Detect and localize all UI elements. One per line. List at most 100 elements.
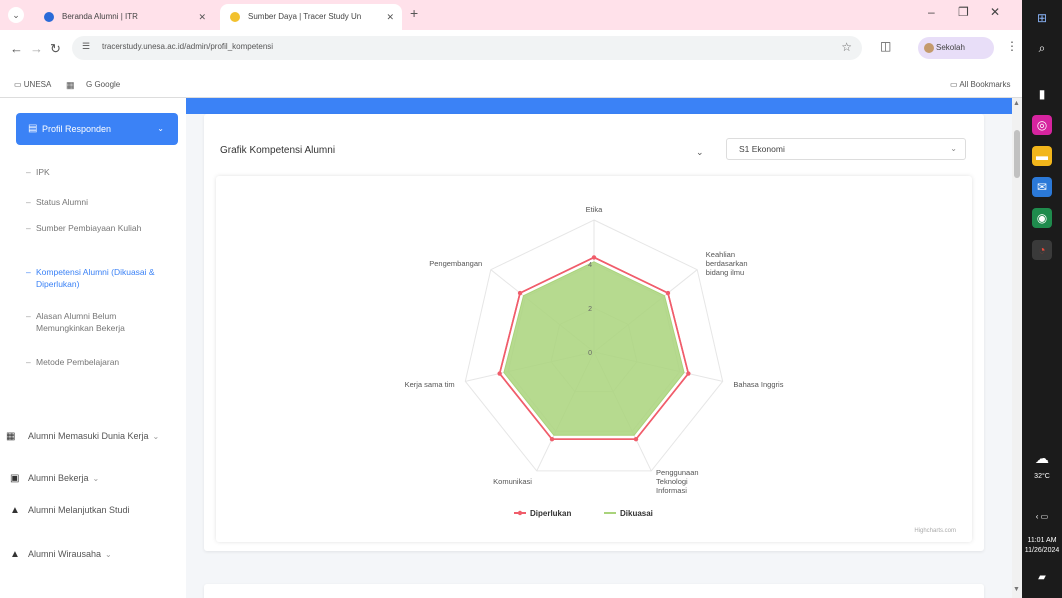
- new-tab-icon[interactable]: +: [410, 5, 418, 21]
- sidebar-item-label: Alumni Melanjutkan Studi: [28, 505, 130, 515]
- clock-date[interactable]: 11/26/2024: [1022, 546, 1062, 555]
- minimize-icon[interactable]: –: [928, 5, 935, 19]
- point-diperlukan: [686, 371, 691, 376]
- site-favicon-icon: [44, 12, 54, 22]
- radar-chart: 0 2 4 Etika Keahlian berdasarkan bidang ilmu Ba…: [405, 205, 956, 534]
- radial-tick-label: 4: [588, 262, 592, 269]
- chart-credit: Highcharts.com: [914, 528, 956, 534]
- chevron-down-icon: ⌄: [157, 124, 164, 133]
- tab-beranda-alumni[interactable]: Beranda Alumni | ITR ✕: [34, 4, 214, 30]
- sidebar-item-label: Alumni Memasuki Dunia Kerja: [28, 431, 149, 441]
- close-icon[interactable]: ✕: [198, 4, 206, 30]
- chevron-down-icon: ⌄: [950, 144, 957, 153]
- legend-label-diperlukan: Diperlukan: [530, 509, 571, 518]
- prodi-select[interactable]: S1 Ekonomi ⌄: [726, 138, 966, 160]
- browser-toolbar: ← → ↻ ☰ tracerstudy.unesa.ac.id/admin/pr…: [0, 30, 1022, 72]
- header-stripe: [186, 98, 1012, 114]
- address-bar[interactable]: ☰ tracerstudy.unesa.ac.id/admin/profil_k…: [72, 36, 862, 60]
- outlook-icon[interactable]: ✉: [1032, 177, 1052, 197]
- clock-time[interactable]: 11:01 AM: [1022, 536, 1062, 545]
- tab-title: Beranda Alumni | ITR: [62, 12, 138, 21]
- bookmark-label: Google: [94, 80, 121, 89]
- sidebar: ▤ Profil Responden ⌄ IPK Status Alumni S…: [0, 98, 186, 598]
- graduation-cap-icon: ▲: [10, 505, 20, 516]
- profile-button[interactable]: Sekolah: [918, 37, 994, 59]
- second-card: [204, 584, 984, 598]
- list-icon: ▤: [28, 123, 38, 134]
- sidebar-item-wirausaha[interactable]: ▲ Alumni Wirausaha ⌄: [10, 548, 178, 561]
- close-icon[interactable]: ✕: [386, 4, 394, 30]
- sidebar-item-melanjutkan-studi[interactable]: ▲ Alumni Melanjutkan Studi: [10, 504, 178, 517]
- file-explorer-icon[interactable]: ▮: [1032, 84, 1052, 104]
- extensions-icon[interactable]: ◫: [880, 39, 891, 53]
- point-diperlukan: [497, 371, 502, 376]
- restore-icon[interactable]: ❐: [958, 5, 969, 19]
- avatar: [924, 43, 934, 53]
- radar-chart-panel: 0 2 4 Etika Keahlian berdasarkan bidang ilmu Ba…: [216, 176, 972, 542]
- url-text: tracerstudy.unesa.ac.id/admin/profil_kom…: [102, 42, 274, 51]
- apps-grid-icon[interactable]: ▦: [66, 80, 75, 91]
- windows-taskbar: ⊞ ⌕ ▮ ◎ ▬ ✉ ◉ ◔ ☁ 32°C ‹ ▭ 11:01 AM 11/2…: [1022, 0, 1062, 598]
- chrome-icon[interactable]: ◔: [1032, 240, 1052, 260]
- axis-label: Etika: [586, 205, 604, 214]
- axis-label: Komunikasi: [493, 477, 532, 486]
- bookmark-google[interactable]: G Google: [86, 80, 120, 89]
- scrollbar-thumb[interactable]: [1014, 130, 1020, 178]
- windows-start-icon[interactable]: ⊞: [1032, 8, 1052, 28]
- bookmarks-bar: ▭ UNESA ▦ G Google ▭ All Bookmarks: [0, 72, 1022, 98]
- tab-search-icon[interactable]: ⌄: [8, 7, 24, 23]
- all-bookmarks-label: All Bookmarks: [959, 80, 1011, 89]
- tab-strip: ⌄ Beranda Alumni | ITR ✕ Sumber Daya | T…: [0, 0, 1022, 30]
- bookmark-unesa[interactable]: ▭ UNESA: [14, 80, 51, 89]
- sidebar-item-label: Alumni Bekerja: [28, 473, 89, 483]
- tab-title: Sumber Daya | Tracer Study Un: [248, 12, 362, 21]
- bookmark-star-icon[interactable]: ☆: [841, 40, 852, 54]
- axis-label: Pengembangan: [429, 259, 482, 268]
- search-icon[interactable]: ⌕: [1032, 38, 1052, 58]
- sidebar-subitem-status-alumni[interactable]: Status Alumni: [26, 196, 174, 208]
- reload-icon[interactable]: ↻: [50, 41, 61, 57]
- site-favicon-icon: [230, 12, 240, 22]
- page-scrollbar[interactable]: ▲ ▼: [1012, 98, 1022, 598]
- axis-label: Keahlian berdasarkan bidang ilmu: [706, 250, 748, 277]
- site-info-icon[interactable]: ☰: [82, 41, 94, 53]
- tab-tracer-study[interactable]: Sumber Daya | Tracer Study Un ✕: [220, 4, 402, 30]
- point-diperlukan: [549, 437, 555, 442]
- page-content: ▤ Profil Responden ⌄ IPK Status Alumni S…: [0, 98, 1012, 598]
- building-icon: ▦: [6, 431, 16, 442]
- scroll-down-icon[interactable]: ▼: [1013, 586, 1020, 593]
- sidebar-item-label: Alumni Wirausaha: [28, 549, 102, 559]
- sidebar-subitem-alasan-belum-bekerja[interactable]: Alasan Alumni Belum Memungkinkan Bekerja: [26, 310, 174, 334]
- radial-tick-label: 0: [588, 350, 592, 357]
- sidebar-subitem-metode-pembelajaran[interactable]: Metode Pembelajaran: [26, 356, 174, 368]
- notification-icon[interactable]: ▰: [1032, 568, 1052, 588]
- weather-icon: ☁: [1035, 450, 1049, 466]
- instagram-icon[interactable]: ◎: [1032, 115, 1052, 135]
- edge-icon[interactable]: ◉: [1032, 208, 1052, 228]
- point-diperlukan: [633, 437, 639, 442]
- sidebar-subitem-kompetensi[interactable]: Kompetensi Alumni (Dikuasai & Diperlukan…: [26, 266, 174, 290]
- chevron-down-icon[interactable]: ⌄: [696, 147, 704, 158]
- sidebar-subitem-ipk[interactable]: IPK: [26, 166, 174, 178]
- close-window-icon[interactable]: ✕: [990, 5, 1000, 19]
- sidebar-subitem-sumber-pembiayaan[interactable]: Sumber Pembiayaan Kuliah: [26, 222, 174, 234]
- menu-kebab-icon[interactable]: ⋮: [1006, 39, 1018, 53]
- all-bookmarks[interactable]: ▭ All Bookmarks: [950, 80, 1010, 89]
- folder-icon[interactable]: ▬: [1032, 146, 1052, 166]
- temperature: 32°C: [1034, 473, 1050, 480]
- forward-icon[interactable]: →: [30, 41, 43, 56]
- bookmark-label: UNESA: [23, 80, 52, 89]
- point-diperlukan: [665, 290, 671, 296]
- sidebar-item-memasuki-dunia-kerja[interactable]: ▦ Alumni Memasuki Dunia Kerja ⌄: [6, 430, 174, 443]
- chevron-down-icon: ⌄: [92, 474, 100, 483]
- back-icon[interactable]: ←: [10, 41, 23, 56]
- system-tray-chevron-icon[interactable]: ‹ ▭: [1022, 512, 1062, 521]
- sidebar-item-label: Profil Responden: [42, 124, 112, 134]
- chevron-down-icon: ⌄: [152, 432, 160, 441]
- scroll-up-icon[interactable]: ▲: [1013, 100, 1020, 107]
- sidebar-item-profil-responden[interactable]: ▤ Profil Responden ⌄: [16, 113, 178, 145]
- sidebar-item-alumni-bekerja[interactable]: ▣ Alumni Bekerja ⌄: [10, 472, 178, 485]
- legend-marker-diperlukan: [517, 510, 523, 516]
- radial-tick-label: 2: [588, 306, 592, 313]
- kompetensi-card: Grafik Kompetensi Alumni ⌄ S1 Ekonomi ⌄ …: [204, 114, 984, 551]
